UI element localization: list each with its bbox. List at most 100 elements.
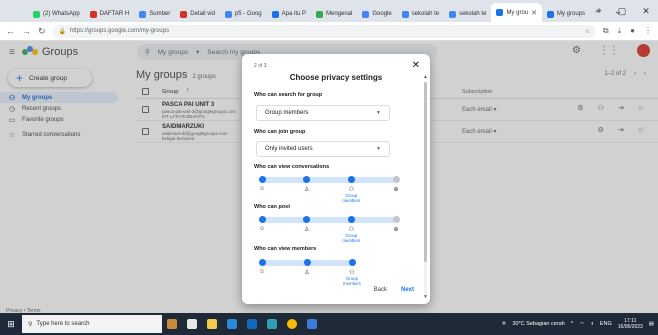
browser-tab[interactable]: sekolah te bbox=[397, 6, 444, 22]
slider-stop[interactable] bbox=[303, 259, 311, 266]
slider-stop[interactable] bbox=[258, 259, 266, 266]
tab-label: Detail vid bbox=[190, 11, 215, 17]
browser-tab[interactable]: Google bbox=[357, 6, 396, 22]
browser-tab[interactable]: Detail vid bbox=[175, 6, 220, 22]
edge-icon[interactable] bbox=[262, 313, 282, 335]
tab-list: (2) WhatsApp DAFTAR H Sumber Detail vid p5 -… bbox=[28, 0, 590, 22]
tab-favicon-icon bbox=[33, 10, 40, 18]
file-explorer-icon[interactable] bbox=[202, 313, 222, 335]
settings-app-icon[interactable] bbox=[302, 313, 322, 335]
tab-label: (2) WhatsApp bbox=[43, 11, 80, 17]
tray-chevron-icon[interactable]: ^ bbox=[571, 321, 574, 327]
close-icon[interactable]: ✕ bbox=[412, 60, 420, 71]
clock[interactable]: 17:11 16/06/2023 bbox=[618, 318, 643, 330]
volume-icon[interactable]: ◖ bbox=[591, 321, 594, 327]
browser-tab[interactable]: Mengenal bbox=[311, 6, 357, 22]
back-button[interactable]: Back bbox=[374, 287, 387, 293]
scroll-up-arrow-icon[interactable]: ▲ bbox=[423, 74, 428, 80]
minimize-button[interactable]: – bbox=[586, 6, 610, 16]
tab-label: DAFTAR H bbox=[99, 11, 130, 17]
tab-favicon-icon bbox=[449, 10, 457, 18]
person-icon: ♙ bbox=[304, 270, 310, 276]
group-icon: ⚇ bbox=[349, 270, 355, 276]
slider-stop[interactable] bbox=[258, 216, 266, 223]
slider-stop[interactable] bbox=[392, 176, 400, 183]
person-icon: ♙ bbox=[303, 227, 310, 233]
dropdown-arrow-icon: ▼ bbox=[376, 146, 381, 152]
browser-tab-bar: (2) WhatsApp DAFTAR H Sumber Detail vid p5 -… bbox=[0, 0, 658, 22]
browser-tab[interactable]: My groups bbox=[542, 6, 590, 22]
notifications-icon[interactable]: ▤ bbox=[649, 321, 654, 327]
dialog-actions: Back Next bbox=[374, 287, 414, 293]
public-icon: ☺ bbox=[258, 186, 266, 192]
tab-favicon-icon bbox=[547, 10, 554, 18]
chrome-icon[interactable] bbox=[282, 313, 302, 335]
slider-stop[interactable] bbox=[258, 176, 266, 183]
window-controls: – ▢ ✕ bbox=[586, 0, 658, 22]
view-conversations-slider[interactable]: ☺ ♙ ⚇ Group members ⊕ bbox=[258, 173, 400, 203]
slider-track[interactable] bbox=[262, 177, 396, 183]
lock-icon: 🔒 bbox=[58, 28, 67, 35]
windows-start-icon[interactable]: ⊞ bbox=[0, 319, 22, 330]
toolbar-icons: ⧉ ⤓ ● ⋮ bbox=[603, 26, 652, 36]
taskbar-search[interactable]: ⚲ Type here to search bbox=[22, 315, 162, 333]
network-icon[interactable]: ⌔ bbox=[579, 321, 584, 328]
tab-favicon-icon bbox=[180, 10, 188, 18]
close-window-button[interactable]: ✕ bbox=[634, 6, 658, 17]
task-view-icon[interactable] bbox=[182, 313, 202, 335]
tab-favicon-icon bbox=[89, 10, 97, 18]
store-icon[interactable] bbox=[222, 313, 242, 335]
browser-tab[interactable]: p5 - Goog bbox=[220, 6, 267, 22]
close-tab-icon[interactable]: ✕ bbox=[531, 9, 537, 17]
browser-tab[interactable]: Sumber bbox=[134, 6, 175, 22]
dropdown-arrow-icon: ▼ bbox=[376, 110, 381, 116]
slider-track[interactable] bbox=[262, 217, 396, 223]
address-bar-row: ← → ↻ 🔒 https://groups.google.com/my-gro… bbox=[0, 22, 658, 41]
post-permission-slider[interactable]: ☺ ♙ ⚇ Group members ⊕ bbox=[258, 213, 400, 243]
reload-icon[interactable]: ↻ bbox=[38, 26, 46, 37]
tab-favicon-icon bbox=[224, 10, 232, 18]
weather-text[interactable]: 30°C Sebagian cerah bbox=[512, 321, 564, 327]
dialog-title: Choose privacy settings bbox=[289, 73, 383, 82]
forward-arrow-icon[interactable]: → bbox=[22, 26, 31, 36]
search-permission-select[interactable]: Group members ▼ bbox=[256, 105, 390, 121]
select-value: Only invited users bbox=[265, 146, 313, 152]
slider-handle[interactable] bbox=[348, 259, 356, 266]
group-icon: ⚇ bbox=[348, 227, 355, 233]
mail-icon[interactable] bbox=[242, 313, 262, 335]
slider-stop[interactable] bbox=[392, 216, 400, 223]
extensions-icon[interactable]: ⧉ bbox=[603, 26, 609, 36]
scrollbar-thumb[interactable] bbox=[424, 82, 427, 262]
language-indicator[interactable]: ENG bbox=[600, 321, 612, 327]
tab-favicon-icon bbox=[271, 10, 279, 18]
browser-tab[interactable]: My grou ✕ bbox=[491, 3, 542, 22]
scroll-down-arrow-icon[interactable]: ▼ bbox=[423, 294, 428, 300]
download-icon[interactable]: ⤓ bbox=[618, 26, 622, 36]
browser-tab[interactable]: Apa itu P bbox=[267, 6, 311, 22]
url-field[interactable]: 🔒 https://groups.google.com/my-groups ☆ bbox=[52, 24, 596, 38]
dialog-scrollbar[interactable] bbox=[424, 82, 427, 294]
next-button[interactable]: Next bbox=[401, 287, 414, 293]
windows-taskbar: ⊞ ⚲ Type here to search ☀ 30°C Sebagian … bbox=[0, 313, 658, 335]
news-widget-icon[interactable] bbox=[162, 313, 182, 335]
profile-icon[interactable]: ● bbox=[630, 26, 635, 36]
join-permission-select[interactable]: Only invited users ▼ bbox=[256, 141, 390, 157]
browser-tab[interactable]: (2) WhatsApp bbox=[28, 6, 85, 22]
browser-tab[interactable]: sekolah te bbox=[444, 6, 491, 22]
slider-handle[interactable] bbox=[347, 216, 355, 223]
browser-tab[interactable]: DAFTAR H bbox=[85, 6, 135, 22]
back-arrow-icon[interactable]: ← bbox=[6, 26, 15, 36]
tab-favicon-icon bbox=[316, 10, 323, 18]
star-bookmark-icon[interactable]: ☆ bbox=[585, 28, 590, 35]
view-conversations-label: Who can view conversations bbox=[254, 164, 330, 170]
person-icon: ♙ bbox=[303, 187, 310, 193]
tab-favicon-icon bbox=[362, 10, 370, 18]
post-permission-label: Who can post bbox=[254, 204, 291, 210]
more-icon[interactable]: ⋮ bbox=[644, 26, 652, 36]
globe-icon: ⊕ bbox=[393, 187, 399, 193]
view-members-slider[interactable]: ☺ ♙ ⚇ Group members bbox=[258, 256, 361, 286]
slider-selected-label: Group members bbox=[342, 193, 361, 203]
clock-date: 16/06/2023 bbox=[617, 324, 643, 330]
maximize-button[interactable]: ▢ bbox=[610, 6, 634, 17]
slider-handle[interactable] bbox=[347, 176, 355, 183]
